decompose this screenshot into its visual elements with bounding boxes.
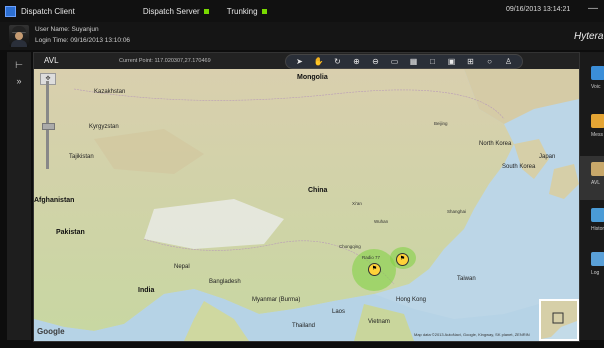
measure-icon[interactable]: ▭ [388,56,402,68]
module-item-mess[interactable]: Mess [580,108,604,152]
map-label-wuhan: Wuhan [374,219,389,224]
avl-panel: AVL Current Point: 117.020307,27.170469 … [33,52,580,342]
app-icon [5,5,16,17]
status-led-icon [203,8,209,14]
map-label-south-korea: South Korea [502,164,536,170]
map-label-thailand: Thailand [292,323,316,329]
map-label-pakistan: Pakistan [56,229,85,236]
radio-label: Radio 77 [362,255,381,260]
fullscreen-icon[interactable]: □ [426,56,440,68]
map-label-myanmar: Myanmar (Burma) [252,297,301,303]
panel-title: AVL [44,56,59,65]
dispatch-server-status: Dispatch Server [143,7,209,16]
layers-icon[interactable]: ▦ [407,56,421,68]
module-icon [591,162,604,176]
map-label-mongolia: Mongolia [297,74,328,81]
map-label-beijing: Beijing [434,121,448,126]
map-label-afghanistan: Afghanistan [34,197,75,204]
module-item-log[interactable]: Log [580,246,604,290]
avatar [9,25,29,47]
grid-icon[interactable]: ⊞ [464,56,478,68]
module-label: Log [591,270,600,276]
module-item-voic[interactable]: Voic [580,60,604,104]
google-logo: Google [37,327,65,336]
map-label-vietnam: Vietnam [368,319,390,325]
select-icon[interactable]: ➤ [293,56,307,68]
radio-marker-icon[interactable]: ⚑ [368,263,381,276]
zoom-out-icon[interactable]: ⊖ [369,56,383,68]
login-time: Login Time: 09/16/2013 13:10:06 [35,37,131,44]
module-label: Mess [591,132,603,138]
expand-icon[interactable]: » [10,74,28,88]
zoom-in-icon[interactable]: ⊕ [350,56,364,68]
pan-hand-icon[interactable]: ✋ [312,56,326,68]
radio-marker-icon[interactable]: ⚑ [396,253,409,266]
module-strip: Voic Mess AVL Histori Log [580,52,604,340]
map-terrain [34,69,579,341]
map-label-india: India [138,287,155,294]
map-label-taiwan: Taiwan [457,276,476,282]
avl-panel-header: AVL Current Point: 117.020307,27.170469 … [34,53,579,69]
dispatch-server-label: Dispatch Server [142,6,200,16]
module-item-avl[interactable]: AVL [580,156,604,200]
left-toolstrip: ⊢ » [7,52,31,340]
current-datetime: 09/16/2013 13:14:21 [506,6,571,13]
circle-icon[interactable]: ○ [483,56,497,68]
zoom-knob[interactable] [42,123,55,130]
clear-icon[interactable]: ♙ [502,56,516,68]
minimize-button[interactable]: — [588,3,598,14]
trunking-status: Trunking [227,7,267,16]
map-label-north-korea: North Korea [479,141,512,147]
screenshot-icon[interactable]: ▣ [445,56,459,68]
window-title: Dispatch Client [21,6,75,16]
title-bar: Dispatch Client Dispatch Server Trunking… [0,0,604,22]
module-icon [591,252,604,266]
map-label-china: China [308,187,328,194]
map-label-bangladesh: Bangladesh [209,279,241,285]
module-label: AVL [591,180,601,186]
module-label: Histori [591,226,604,232]
map-label-chongqing: Chongqing [339,244,361,249]
refresh-icon[interactable]: ↻ [331,56,345,68]
user-bar: User Name: Suyanjun Login Time: 09/16/20… [0,22,604,50]
status-led-icon [261,8,267,14]
tree-view-icon[interactable]: ⊢ [10,58,28,72]
map-label-xian: Xi'an [352,201,362,206]
overview-minimap[interactable] [539,299,579,341]
map-label-kazakhstan: Kazakhstan [94,89,126,95]
module-item-histori[interactable]: Histori [580,202,604,246]
trunking-label: Trunking [226,6,258,16]
map-label-japan: Japan [539,154,556,160]
module-icon [591,66,604,80]
module-label: Voic [591,84,601,90]
map-label-tajikistan: Tajikistan [69,154,94,160]
map-view[interactable]: ✥ Mongolia China Kyrgyzstan Tajikistan K… [34,69,579,341]
zoom-slider[interactable]: ✥ [39,73,56,173]
map-label-nepal: Nepal [174,264,190,270]
brand-logo: Hytera [574,31,604,42]
user-name: User Name: Suyanjun [35,26,99,33]
map-label-kyrgyzstan: Kyrgyzstan [89,124,119,130]
module-icon [591,208,604,222]
map-label-hong-kong: Hong Kong [396,297,427,303]
current-point-readout: Current Point: 117.020307,27.170469 [119,58,211,64]
map-label-laos: Laos [332,309,346,315]
map-label-shanghai: Shanghai [447,209,467,214]
map-copyright: Map data ©2013 AutoNavi, Google, Kingway… [414,332,530,337]
module-icon [591,114,604,128]
map-toolbar: ➤ ✋ ↻ ⊕ ⊖ ▭ ▦ □ ▣ ⊞ ○ ♙ [285,54,523,69]
